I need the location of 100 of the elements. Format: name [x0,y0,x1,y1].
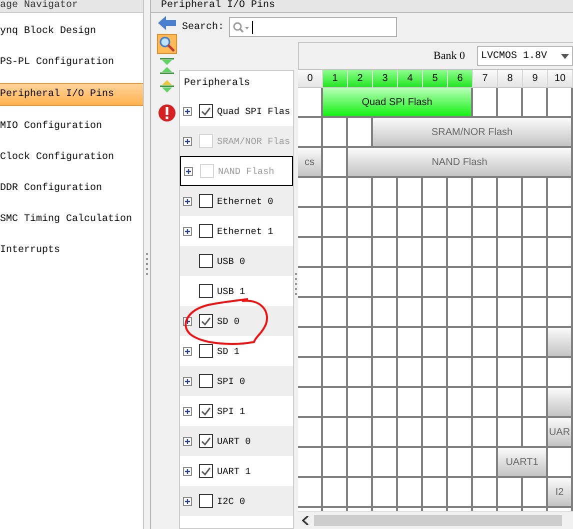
pin-cell[interactable] [373,418,398,448]
io-standard-dropdown[interactable]: LVCMOS 1.8V [477,46,573,66]
pin-cell[interactable] [498,388,523,418]
pin-cell[interactable] [323,328,348,358]
pin-cell[interactable] [298,178,323,208]
expand-icon[interactable] [183,346,192,356]
pin-cell[interactable] [473,178,498,208]
pin-cell[interactable] [448,418,473,448]
checkbox[interactable] [199,374,213,388]
pin-cell[interactable] [423,418,448,448]
nav-item[interactable]: MIO Configuration [0,111,143,142]
pin-cell[interactable] [348,358,373,388]
expand-icon[interactable] [183,496,192,506]
pin-cell[interactable] [348,418,373,448]
pin-cell[interactable] [373,208,398,238]
pin-cell[interactable] [298,388,323,418]
pin-cell[interactable] [473,418,498,448]
pin-cell[interactable] [423,448,448,478]
pin-cell[interactable] [323,148,348,178]
pin-cell[interactable] [448,268,473,298]
pin-cell[interactable] [348,478,373,508]
pin-cell[interactable] [473,328,498,358]
pin-cell[interactable] [373,388,398,418]
pin-cell[interactable] [473,208,498,238]
pin-cell[interactable] [548,238,573,268]
pin-cell[interactable] [348,178,373,208]
caret-icon[interactable] [561,54,569,58]
pin-cell[interactable] [473,298,498,328]
pin-cell[interactable] [323,118,348,148]
nav-item[interactable]: Clock Configuration [0,142,143,173]
pin-cell[interactable] [498,238,523,268]
pin-cell[interactable] [473,358,498,388]
checkbox[interactable] [199,434,213,448]
pin-cell[interactable] [448,448,473,478]
expand-icon[interactable] [183,376,192,386]
pin-cell[interactable] [398,328,423,358]
pin-cell[interactable] [298,208,323,238]
nav-item[interactable]: Interrupts [0,235,143,266]
pin-cell[interactable] [348,298,373,328]
pin-cell[interactable] [398,208,423,238]
pin-cell[interactable] [323,298,348,328]
pin-cell[interactable] [498,88,523,118]
pin-cell[interactable] [298,268,323,298]
pin-cell[interactable] [423,208,448,238]
pin-cell[interactable] [323,358,348,388]
pin-cell[interactable] [448,208,473,238]
pin-cell[interactable] [498,478,523,508]
pin-cell[interactable] [398,178,423,208]
pin-cell[interactable] [523,268,548,298]
nav-item[interactable]: Peripheral I/O Pins [0,83,143,106]
pin-cell[interactable] [348,118,373,148]
pin-cell[interactable] [373,178,398,208]
peripheral-pin-block[interactable]: cs [298,148,323,178]
pin-cell[interactable] [423,328,448,358]
pin-cell[interactable] [448,298,473,328]
pin-cell[interactable] [323,208,348,238]
pin-cell[interactable] [398,298,423,328]
pin-cell[interactable] [348,448,373,478]
nav-item[interactable]: PS-PL Configuration [0,47,143,78]
checkbox[interactable] [199,464,213,478]
checkbox[interactable] [199,254,213,268]
pin-cell[interactable] [298,118,323,148]
pin-cell[interactable] [298,478,323,508]
horizontal-scrollbar[interactable] [298,511,573,529]
pin-cell[interactable] [523,478,548,508]
pin-cell[interactable] [548,298,573,328]
expand-icon[interactable] [183,406,192,416]
pin-cell[interactable] [423,298,448,328]
pin-cell[interactable] [323,478,348,508]
pin-cell[interactable] [423,478,448,508]
checkbox[interactable] [199,284,213,298]
checkbox[interactable] [199,494,213,508]
pin-cell[interactable] [323,418,348,448]
pin-cell[interactable] [423,388,448,418]
pin-cell[interactable] [348,268,373,298]
pin-cell[interactable] [423,268,448,298]
error-icon[interactable] [158,104,176,122]
pin-cell[interactable] [523,208,548,238]
nav-item[interactable]: DDR Configuration [0,173,143,204]
pin-cell[interactable] [498,268,523,298]
nav-item[interactable]: ynq Block Design [0,16,143,47]
pin-cell[interactable] [448,328,473,358]
pin-cell[interactable] [448,178,473,208]
search-icon[interactable] [233,22,250,32]
pin-cell[interactable] [398,418,423,448]
pin-cell[interactable] [398,358,423,388]
pin-cell[interactable] [323,388,348,418]
pin-cell[interactable] [398,238,423,268]
expand-icon[interactable] [183,436,192,446]
peripheral-pin-block[interactable]: NAND Flash [348,148,573,178]
pin-cell[interactable] [298,88,323,118]
checkbox[interactable] [199,104,213,118]
scroll-left-icon[interactable] [302,516,310,525]
pin-cell[interactable] [298,238,323,268]
peripheral-pin-block[interactable] [548,388,573,418]
pin-cell[interactable] [373,298,398,328]
expand-icon[interactable] [183,226,192,236]
pin-cell[interactable] [398,448,423,478]
pin-cell[interactable] [348,388,373,418]
pin-cell[interactable] [298,328,323,358]
